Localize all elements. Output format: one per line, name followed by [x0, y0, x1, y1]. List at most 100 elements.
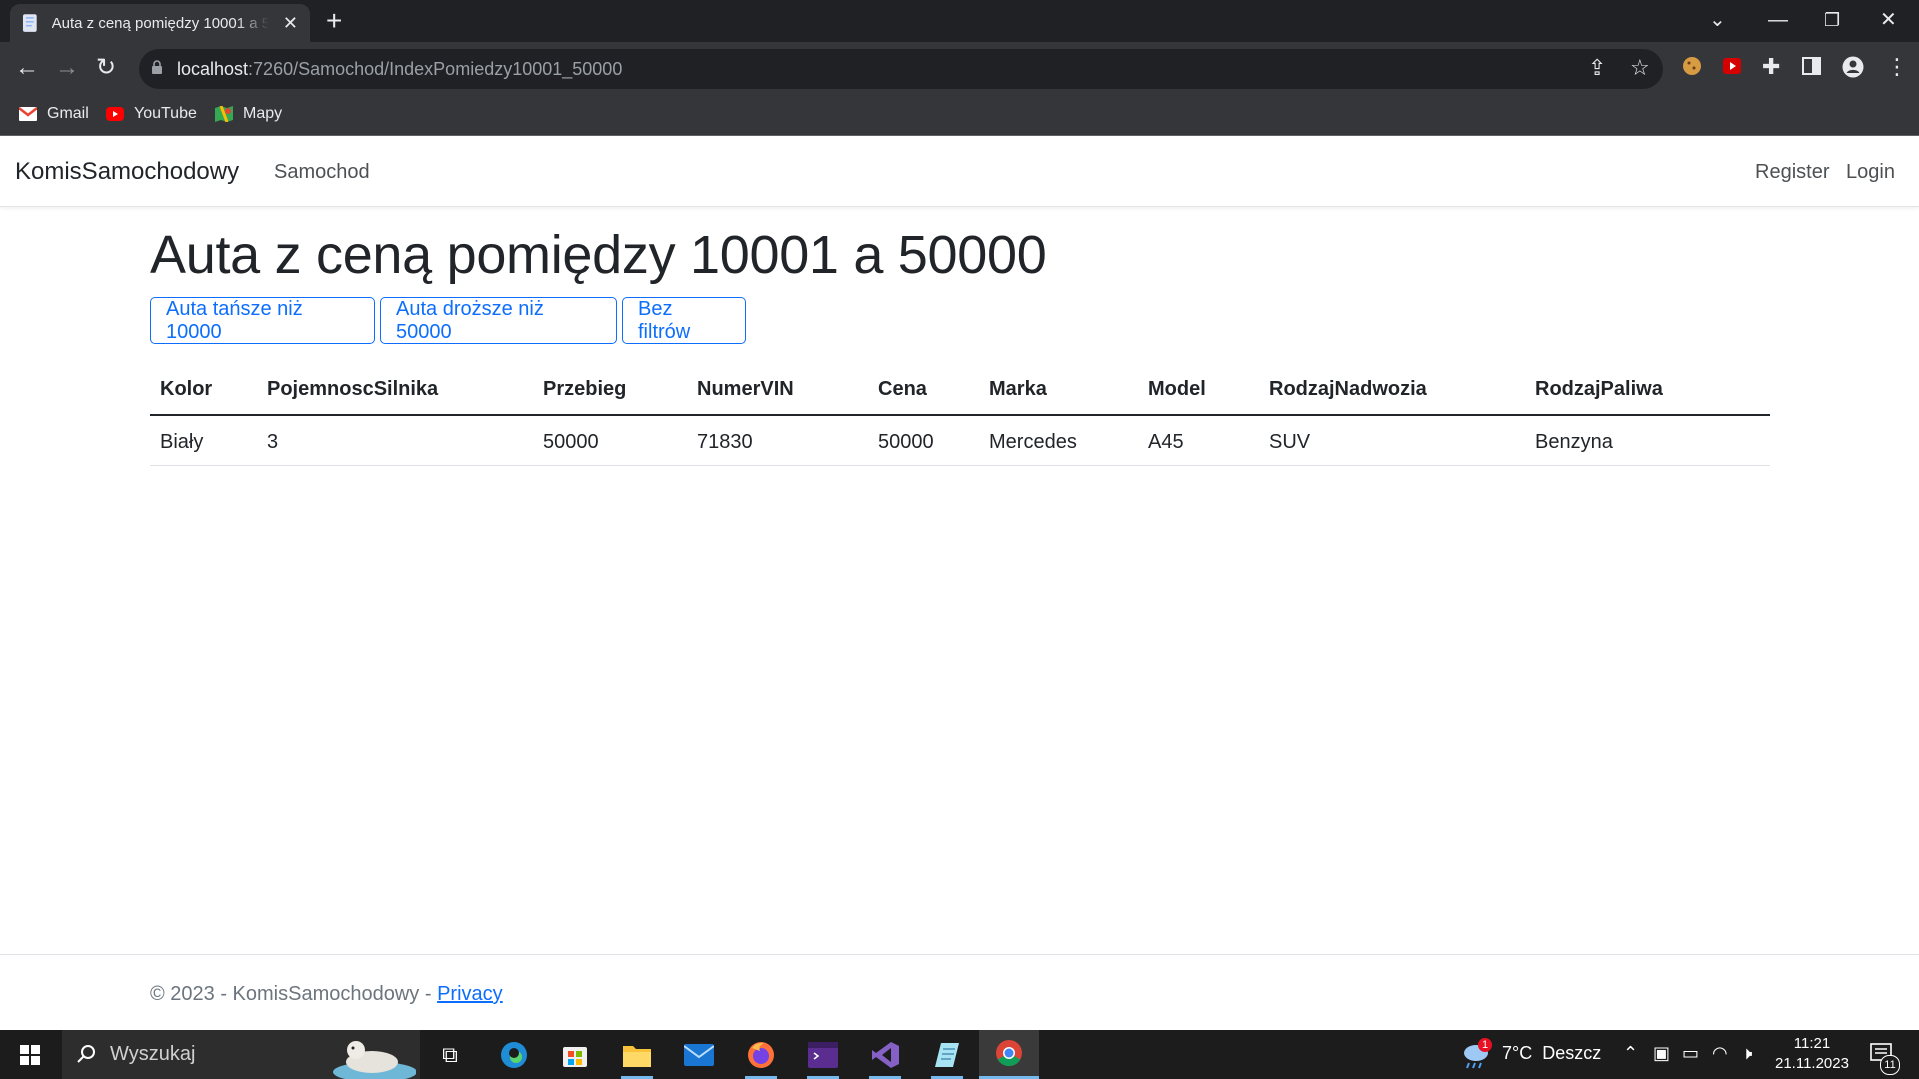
table-cell: A45: [1148, 431, 1184, 453]
clock-time: 11:21: [1793, 1035, 1831, 1052]
table-cell: 3: [267, 431, 279, 453]
table-cell: Mercedes: [989, 431, 1077, 453]
login-link[interactable]: Login: [1846, 161, 1895, 184]
windows-start-icon[interactable]: [20, 1045, 40, 1065]
browser-menu-icon[interactable]: ⋮: [1886, 54, 1908, 80]
footer-text: © 2023 - KomisSamochodowy -: [150, 983, 438, 1005]
table-header: Marka: [989, 378, 1047, 400]
meet-now-icon[interactable]: ▣: [1653, 1043, 1670, 1064]
filter-cheaper-button[interactable]: Auta tańsze niż 10000: [150, 297, 375, 344]
address-bar[interactable]: localhost:7260/Samochod/IndexPomiedzy100…: [139, 49, 1663, 89]
forward-icon[interactable]: →: [55, 54, 79, 82]
minimize-icon[interactable]: —: [1768, 6, 1788, 34]
folder-icon: [623, 1045, 651, 1067]
reload-icon[interactable]: ↻: [96, 54, 116, 82]
browser-tab[interactable]: Auta z ceną pomiędzy 10001 a 50000 ✕: [10, 4, 310, 42]
table-header: Przebieg: [543, 378, 627, 400]
register-link[interactable]: Register: [1755, 161, 1829, 184]
lock-icon: [152, 60, 162, 74]
table-row-divider: [150, 465, 1770, 466]
brand-link[interactable]: KomisSamochodowy: [15, 158, 239, 186]
bookmark-label: YouTube: [134, 105, 197, 122]
taskbar-store[interactable]: [545, 1030, 605, 1079]
bookmark-star-icon[interactable]: ☆: [1630, 55, 1650, 81]
table-header: Model: [1148, 378, 1206, 400]
gmail-icon: [19, 107, 37, 121]
taskbar-chrome[interactable]: [979, 1030, 1039, 1079]
footer-copyright: © 2023 - KomisSamochodowy - Privacy: [150, 983, 503, 1006]
page-title: Auta z ceną pomiędzy 10001 a 50000: [150, 225, 1047, 285]
tab-search-icon[interactable]: ⌄: [1709, 6, 1726, 34]
taskbar-mail[interactable]: [669, 1030, 729, 1079]
terminal-icon: [808, 1041, 838, 1068]
close-tab-icon[interactable]: ✕: [283, 13, 298, 34]
taskbar-terminal[interactable]: [793, 1030, 853, 1079]
table-header-divider: [150, 414, 1770, 416]
visual-studio-icon: [872, 1041, 899, 1068]
taskbar-explorer[interactable]: [607, 1030, 667, 1079]
window-close-icon[interactable]: ✕: [1880, 6, 1897, 34]
url-text: localhost:7260/Samochod/IndexPomiedzy100…: [177, 59, 622, 80]
weather-text[interactable]: 7°C Deszcz: [1502, 1043, 1601, 1064]
maps-icon: [215, 106, 233, 122]
table-cell: SUV: [1269, 431, 1311, 453]
notifications-count: 11: [1880, 1055, 1900, 1075]
taskbar-search-box[interactable]: Wyszukaj: [62, 1030, 420, 1079]
clock-date: 21.11.2023: [1775, 1055, 1849, 1072]
windows-taskbar: Wyszukaj ⧉ 1 7°C Deszcz ⌃ ▣ ▭ ◠ 🕨 11:21 …: [0, 1030, 1919, 1079]
battery-icon[interactable]: ▭: [1682, 1043, 1699, 1064]
task-view-icon[interactable]: ⧉: [420, 1030, 480, 1079]
notepad-icon: [935, 1042, 959, 1067]
bookmark-label: Mapy: [243, 105, 283, 122]
share-icon[interactable]: ⇪: [1588, 55, 1606, 81]
taskbar-notepad[interactable]: [917, 1030, 977, 1079]
privacy-link[interactable]: Privacy: [437, 983, 503, 1005]
taskbar-edge[interactable]: [484, 1030, 544, 1079]
restore-icon[interactable]: ❐: [1824, 6, 1840, 34]
mail-icon: [684, 1043, 714, 1066]
table-cell: Benzyna: [1535, 431, 1613, 453]
table-cell: Biały: [160, 431, 204, 453]
bookmark-label: Gmail: [47, 105, 89, 122]
search-icon: [77, 1045, 95, 1063]
page-icon: [22, 14, 37, 32]
url-host: localhost: [177, 59, 249, 79]
back-icon[interactable]: ←: [15, 54, 39, 82]
video-extension-icon[interactable]: [1722, 56, 1742, 76]
youtube-icon: [106, 107, 124, 121]
tab-title: Auta z ceną pomiędzy 10001 a 50000: [51, 14, 269, 32]
table-cell: 50000: [543, 431, 599, 453]
bookmark-maps[interactable]: Mapy: [215, 105, 282, 123]
chrome-icon: [996, 1040, 1022, 1067]
extensions-puzzle-icon[interactable]: ✚: [1762, 54, 1780, 80]
table-cell: 71830: [697, 431, 753, 453]
bookmark-youtube[interactable]: YouTube: [106, 105, 197, 123]
taskbar-firefox[interactable]: [731, 1030, 791, 1079]
table-header: Kolor: [160, 378, 213, 400]
table-header: RodzajPaliwa: [1535, 378, 1663, 400]
table-header: PojemnoscSilnika: [267, 378, 439, 400]
profile-icon[interactable]: [1842, 56, 1864, 78]
table-header: NumerVIN: [697, 378, 794, 400]
tray-overflow-icon[interactable]: ⌃: [1623, 1043, 1638, 1064]
weather-badge: 1: [1478, 1038, 1492, 1052]
nav-link-samochod[interactable]: Samochod: [274, 161, 370, 184]
firefox-icon: [748, 1041, 774, 1068]
volume-muted-icon[interactable]: 🕨: [1741, 1043, 1752, 1064]
wifi-icon[interactable]: ◠: [1712, 1043, 1728, 1064]
side-panel-icon[interactable]: [1802, 56, 1822, 76]
store-icon: [563, 1046, 587, 1067]
new-tab-icon[interactable]: +: [326, 6, 342, 36]
taskbar-visual-studio[interactable]: [855, 1030, 915, 1079]
edge-icon: [501, 1041, 527, 1068]
bookmark-gmail[interactable]: Gmail: [19, 105, 89, 123]
browser-tab-bar: Auta z ceną pomiędzy 10001 a 50000 ✕ + ⌄…: [0, 0, 1919, 42]
site-footer: © 2023 - KomisSamochodowy - Privacy: [0, 954, 1919, 1031]
taskbar-search-label: Wyszukaj: [110, 1043, 196, 1065]
no-filter-button[interactable]: Bez filtrów: [622, 297, 746, 344]
table-cell: 50000: [878, 431, 934, 453]
taskbar-clock[interactable]: 11:21 21.11.2023: [1775, 1034, 1849, 1074]
url-path: :7260/Samochod/IndexPomiedzy10001_50000: [248, 59, 623, 79]
cookie-extension-icon[interactable]: [1682, 56, 1702, 76]
filter-expensive-button[interactable]: Auta droższe niż 50000: [380, 297, 617, 344]
